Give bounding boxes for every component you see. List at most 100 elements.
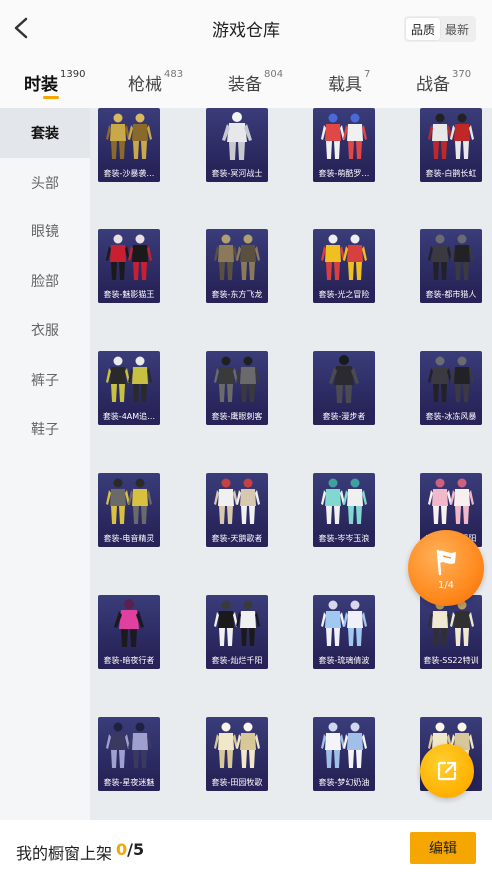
- header: 游戏仓库 品质 最新: [0, 0, 492, 58]
- tab-count: 1390: [60, 69, 86, 80]
- showcase-status: 我的橱窗上架 0 /5: [16, 840, 144, 864]
- outfit-card[interactable]: 套装-暗夜行者: [98, 595, 160, 669]
- outfit-card[interactable]: 套装-4AM追…: [98, 351, 160, 425]
- outfit-card[interactable]: 套装-漫步者: [313, 351, 375, 425]
- outfit-card[interactable]: 套装-岑岑玉浪: [313, 473, 375, 547]
- tab-count: 804: [264, 69, 284, 80]
- tab-label: 装备: [228, 75, 262, 95]
- outfit-card[interactable]: 套装-冰冻风暴: [420, 351, 482, 425]
- outfit-label: 套装-冥河战士: [206, 166, 268, 182]
- item-grid: 套装-沙暴袭… 套装-冥河战士 套装-萌酷罗… 套装-白鹊长虹套装-魅影猫王 套装-东方…: [90, 108, 492, 820]
- outfit-card[interactable]: 套装-鹰眼刺客: [206, 351, 268, 425]
- outfit-image: [106, 113, 152, 159]
- outfit-label: 套装-岑岑玉浪: [313, 531, 375, 547]
- outfit-image: [329, 355, 359, 403]
- share-float-button[interactable]: [420, 744, 474, 798]
- outfit-card[interactable]: 套装-琉璃倩波: [313, 595, 375, 669]
- outfit-label: 套装-萌酷罗…: [313, 166, 375, 182]
- edit-button[interactable]: 编辑: [410, 832, 476, 864]
- outfit-card[interactable]: 套装-SS22特训: [420, 595, 482, 669]
- sort-toggle[interactable]: 品质 最新: [404, 16, 476, 42]
- outfit-image: [214, 478, 260, 524]
- outfit-image: [428, 113, 474, 159]
- sort-option-quality[interactable]: 品质: [406, 18, 440, 40]
- outfit-label: 套装-电音精灵: [98, 531, 160, 547]
- outfit-label: 套装-冰冻风暴: [420, 409, 482, 425]
- tab-guns[interactable]: 枪械 483: [128, 69, 184, 95]
- outfit-image: [321, 113, 367, 159]
- sidebar-item-shoes[interactable]: 鞋子: [0, 404, 90, 454]
- outfit-label: 套装-光之冒险: [313, 287, 375, 303]
- flag-icon: [436, 549, 456, 576]
- outfit-label: 套装-梦幻奶油: [313, 775, 375, 791]
- tab-equipment[interactable]: 装备 804: [228, 69, 284, 95]
- tab-label: 载具: [328, 75, 362, 95]
- outfit-card[interactable]: 套装-灿烂千阳: [206, 595, 268, 669]
- outfit-card[interactable]: 套装-魅影猫王: [98, 229, 160, 303]
- outfit-label: 套装-暗夜行者: [98, 653, 160, 669]
- outfit-card[interactable]: 套装-田园牧歌: [206, 717, 268, 791]
- outfit-label: 套装-都市猎人: [420, 287, 482, 303]
- sidebar-item-head[interactable]: 头部: [0, 158, 90, 208]
- outfit-label: 套装-灿烂千阳: [206, 653, 268, 669]
- outfit-image: [321, 722, 367, 768]
- outfit-image: [106, 478, 152, 524]
- outfit-image: [321, 478, 367, 524]
- outfit-label: 套装-4AM追…: [98, 409, 160, 425]
- outfit-image: [214, 722, 260, 768]
- outfit-image: [214, 356, 260, 402]
- outfit-image: [321, 600, 367, 646]
- outfit-image: [428, 234, 474, 280]
- outfit-label: 套装-天鹅歌者: [206, 531, 268, 547]
- outfit-card[interactable]: 套装-萌酷罗…: [313, 108, 375, 182]
- showcase-current: 0: [116, 840, 128, 859]
- outfit-card[interactable]: 套装-天鹅歌者: [206, 473, 268, 547]
- share-icon: [437, 761, 457, 781]
- showcase-label: 我的橱窗上架: [16, 844, 113, 863]
- category-tabs: 时装 1390 枪械 483 装备 804 载具 7 战备 370: [0, 58, 492, 108]
- outfit-label: 套装-魅影猫王: [98, 287, 160, 303]
- sidebar-item-pants[interactable]: 裤子: [0, 355, 90, 405]
- outfit-card[interactable]: 套装-梦幻奶油: [313, 717, 375, 791]
- sort-option-latest[interactable]: 最新: [440, 18, 474, 40]
- outfit-image: [222, 112, 252, 160]
- outfit-card[interactable]: 套装-白鹊长虹: [420, 108, 482, 182]
- outfit-label: 套装-星夜迷魅: [98, 775, 160, 791]
- tab-fashion[interactable]: 时装 1390: [24, 69, 86, 95]
- sidebar: 套装 头部 眼镜 脸部 衣服 裤子 鞋子: [0, 108, 90, 820]
- outfit-card[interactable]: 套装-光之冒险: [313, 229, 375, 303]
- outfit-card[interactable]: 套装-都市猎人: [420, 229, 482, 303]
- outfit-label: 套装-白鹊长虹: [420, 166, 482, 182]
- outfit-label: 套装-鹰眼刺客: [206, 409, 268, 425]
- outfit-card[interactable]: 套装-冥河战士: [206, 108, 268, 182]
- outfit-label: 套装-沙暴袭…: [98, 166, 160, 182]
- outfit-card[interactable]: 套装-电音精灵: [98, 473, 160, 547]
- outfit-label: 套装-东方飞龙: [206, 287, 268, 303]
- outfit-image: [106, 234, 152, 280]
- outfit-image: [428, 478, 474, 524]
- outfit-image: [214, 234, 260, 280]
- outfit-card[interactable]: 套装-东方飞龙: [206, 229, 268, 303]
- outfit-label: 套装-琉璃倩波: [313, 653, 375, 669]
- outfit-image: [428, 356, 474, 402]
- outfit-label: 套装-漫步者: [313, 409, 375, 425]
- sidebar-item-glasses[interactable]: 眼镜: [0, 206, 90, 256]
- tab-vehicles[interactable]: 载具 7: [328, 69, 370, 95]
- outfit-image: [214, 600, 260, 646]
- tab-label: 枪械: [128, 75, 162, 95]
- tab-count: 483: [164, 69, 184, 80]
- sidebar-item-face[interactable]: 脸部: [0, 256, 90, 306]
- page-counter: 1/4: [437, 580, 455, 591]
- sidebar-item-sets[interactable]: 套装: [0, 108, 90, 158]
- outfit-card[interactable]: 套装-星夜迷魅: [98, 717, 160, 791]
- outfit-label: 套装-SS22特训: [420, 653, 482, 669]
- flag-float-button[interactable]: 1/4: [408, 530, 484, 606]
- active-tab-indicator: [43, 96, 59, 99]
- outfit-image: [114, 599, 144, 647]
- tab-label: 战备: [416, 75, 450, 95]
- sidebar-item-clothes[interactable]: 衣服: [0, 305, 90, 355]
- tab-supplies[interactable]: 战备 370: [416, 69, 472, 95]
- tab-count: 370: [452, 69, 472, 80]
- outfit-card[interactable]: 套装-沙暴袭…: [98, 108, 160, 182]
- showcase-total: /5: [127, 840, 145, 859]
